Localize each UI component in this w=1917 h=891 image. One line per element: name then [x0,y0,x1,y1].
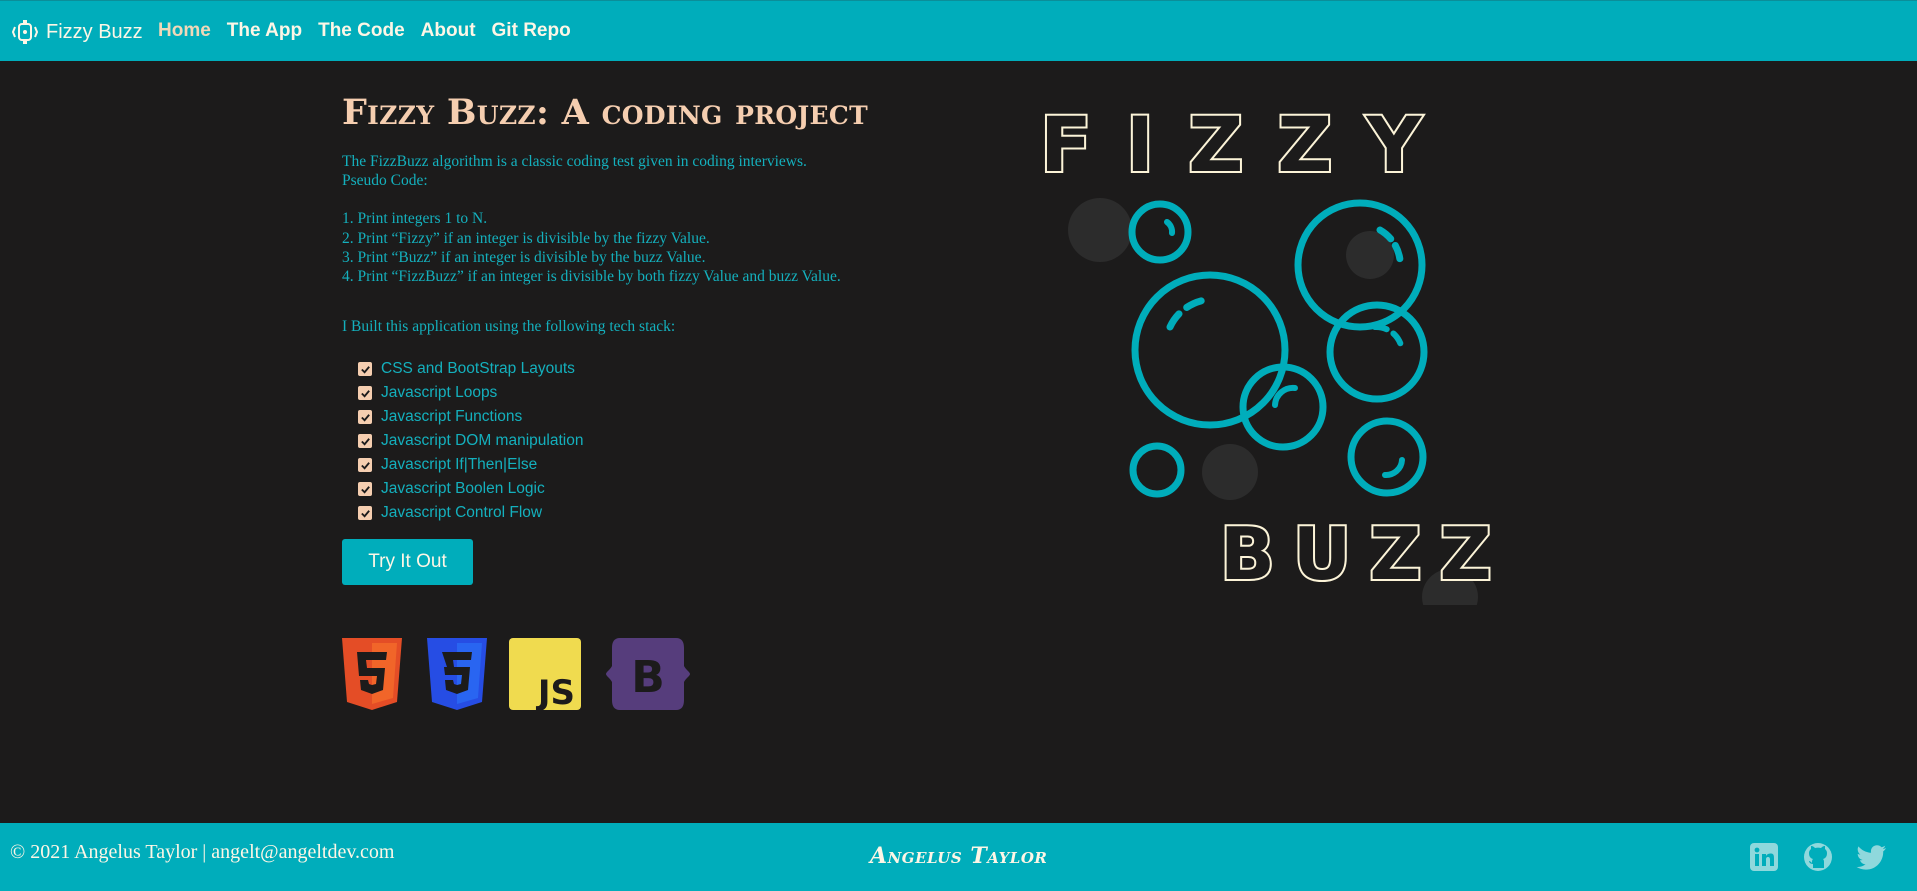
bootstrap-icon: B [606,638,690,710]
brand-name: Fizzy Buzz [46,20,143,43]
css3-icon [427,638,487,710]
stack-item-label: CSS and BootStrap Layouts [381,360,575,377]
github-icon[interactable] [1802,841,1834,873]
list-item: Javascript Control Flow [358,501,583,525]
tech-stack-intro: I Built this application using the follo… [342,318,676,335]
list-item: Javascript Boolen Logic [358,477,583,501]
stack-item-label: Javascript DOM manipulation [381,432,584,449]
checkbox-checked-icon [358,506,372,520]
pseudo-step: 1. Print integers 1 to N. [342,210,488,228]
list-item: Javascript Loops [358,381,583,405]
stack-item-label: Javascript Loops [381,384,498,401]
description: The FizzBuzz algorithm is a classic codi… [342,152,982,286]
nav-git-repo[interactable]: Git Repo [492,20,571,42]
pseudo-step: 4. Print “FizzBuzz” if an integer is div… [342,268,841,286]
page-title: Fizzy Buzz: A coding project [342,92,868,133]
nav-links: Home The App The Code About Git Repo [158,20,571,42]
linkedin-icon[interactable] [1748,841,1780,873]
list-item: Javascript If|Then|Else [358,453,583,477]
nav-the-app[interactable]: The App [227,20,302,42]
tech-stack-list: CSS and BootStrap Layouts Javascript Loo… [358,357,583,525]
pseudo-code-label: Pseudo Code: [342,172,428,190]
brand-link[interactable]: Fizzy Buzz [12,19,143,45]
stack-item-label: Javascript Functions [381,408,523,425]
svg-text:JS: JS [536,673,575,710]
brand-logo-icon [12,20,38,44]
intro-text: The FizzBuzz algorithm is a classic codi… [342,153,807,170]
pseudo-step: 3. Print “Buzz” if an integer is divisib… [342,248,706,266]
javascript-icon: JS [509,638,581,710]
footer: © 2021 Angelus Taylor | angelt@angeltdev… [0,823,1917,891]
checkbox-checked-icon [358,458,372,472]
list-item: Javascript DOM manipulation [358,429,583,453]
checkbox-checked-icon [358,482,372,496]
logo-word-fizzy: FIZZY [1038,98,1456,191]
navbar: Fizzy Buzz Home The App The Code About G… [0,0,1917,61]
html5-icon [342,638,402,710]
pseudo-step: 2. Print “Fizzy” if an integer is divisi… [342,229,710,247]
stack-item-label: Javascript Control Flow [381,504,543,521]
nav-home[interactable]: Home [158,20,211,42]
copyright-text: © 2021 Angelus Taylor | angelt@angeltdev… [10,841,395,863]
list-item: CSS and BootStrap Layouts [358,357,583,381]
checkbox-checked-icon [358,410,372,424]
footer-signature: Angelus Taylor [870,843,1048,869]
checkbox-checked-icon [358,434,372,448]
logo-word-buzz: BUZZ [1218,510,1510,598]
svg-text:B: B [631,652,665,703]
list-item: Javascript Functions [358,405,583,429]
stack-item-label: Javascript Boolen Logic [381,480,545,497]
checkbox-checked-icon [358,362,372,376]
checkbox-checked-icon [358,386,372,400]
stack-item-label: Javascript If|Then|Else [381,456,538,473]
twitter-icon[interactable] [1856,841,1888,873]
nav-the-code[interactable]: The Code [318,20,405,42]
try-it-out-button[interactable]: Try It Out [342,539,473,585]
nav-about[interactable]: About [421,20,476,42]
